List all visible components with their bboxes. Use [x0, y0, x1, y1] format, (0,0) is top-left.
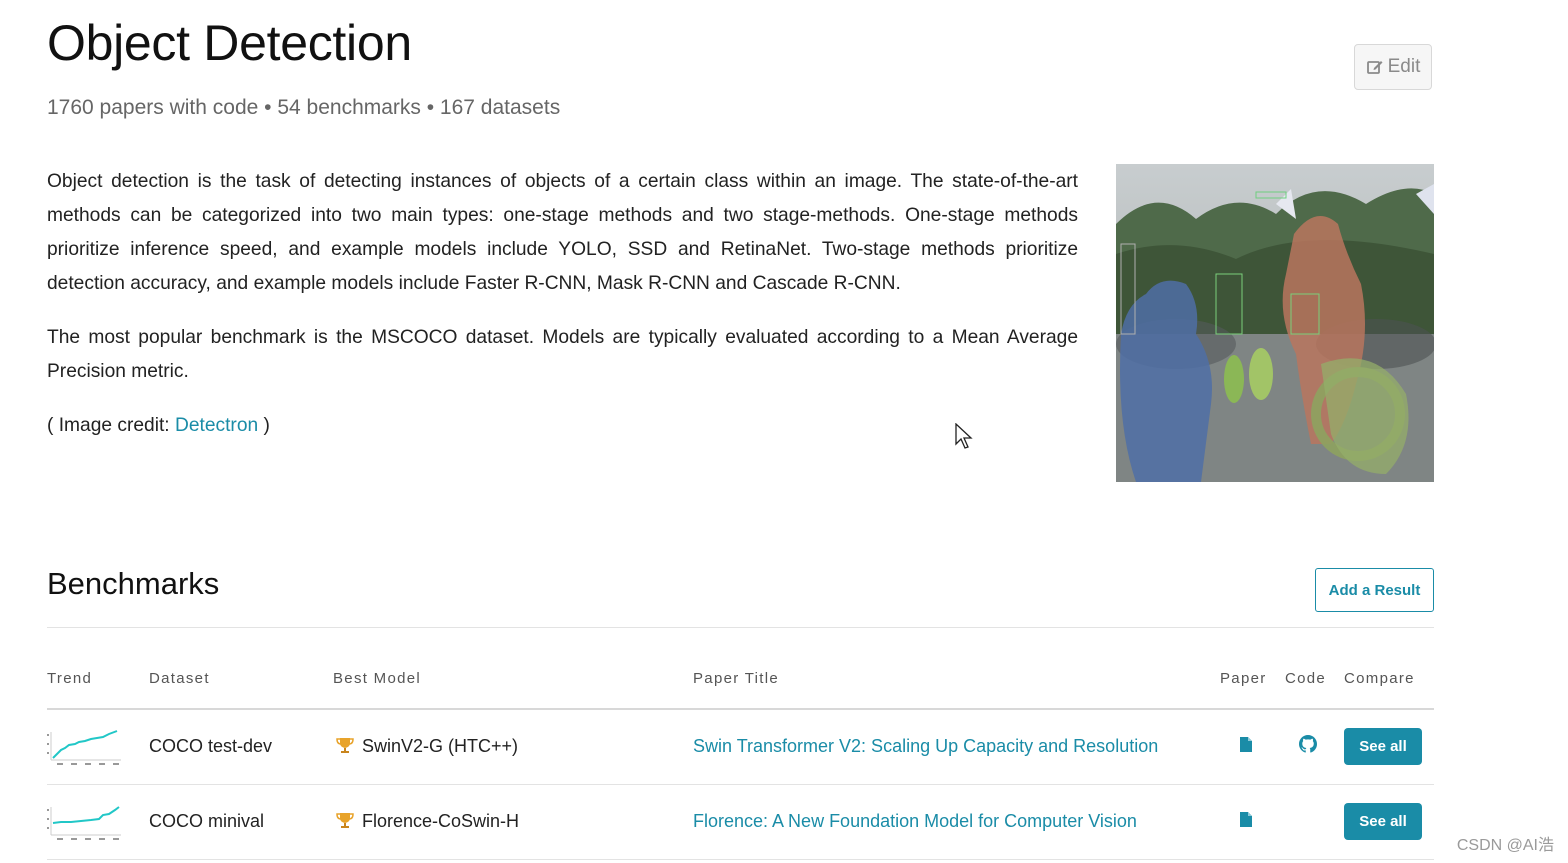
dataset-name[interactable]: COCO test-dev: [149, 736, 272, 757]
see-all-button[interactable]: See all: [1344, 728, 1422, 765]
task-page: Object Detection 1760 papers with code •…: [47, 0, 1434, 863]
table-row: COCO minival Florence-CoSwin-H Florence:…: [47, 785, 1434, 860]
column-header-dataset: Dataset: [149, 670, 210, 687]
edit-button[interactable]: Edit: [1354, 44, 1432, 90]
column-header-trend: Trend: [47, 670, 93, 687]
description-paragraph-2: The most popular benchmark is the MSCOCO…: [47, 327, 1078, 382]
trend-chart-thumbnail[interactable]: [47, 803, 123, 843]
page-title: Object Detection: [47, 15, 412, 71]
paper-title-link[interactable]: Swin Transformer V2: Scaling Up Capacity…: [693, 736, 1158, 757]
column-header-paper: Paper: [1220, 670, 1267, 687]
task-stats: 1760 papers with code • 54 benchmarks • …: [47, 96, 561, 119]
task-illustration-image: [1116, 164, 1434, 482]
edit-label: Edit: [1387, 56, 1421, 77]
paper-file-icon[interactable]: [1239, 736, 1253, 753]
see-all-button[interactable]: See all: [1344, 803, 1422, 840]
image-credit-suffix: ): [258, 415, 270, 436]
trophy-icon: [336, 813, 354, 828]
column-header-compare: Compare: [1344, 670, 1415, 687]
benchmarks-heading: Benchmarks: [47, 566, 220, 601]
column-header-code: Code: [1285, 670, 1327, 687]
image-credit-prefix: ( Image credit:: [47, 415, 175, 436]
task-description: Object detection is the task of detectin…: [47, 165, 1078, 463]
column-header-paper-title: Paper Title: [693, 670, 780, 687]
detectron-link[interactable]: Detectron: [175, 415, 258, 436]
edit-icon: [1366, 61, 1383, 74]
add-result-button[interactable]: Add a Result: [1315, 568, 1434, 612]
best-model[interactable]: SwinV2-G (HTC++): [336, 736, 518, 757]
row-divider: [47, 859, 1434, 860]
best-model-name: SwinV2-G (HTC++): [362, 736, 519, 756]
watermark: CSDN @AI浩: [1456, 837, 1554, 854]
best-model[interactable]: Florence-CoSwin-H: [336, 811, 519, 832]
mouse-cursor-icon: [955, 423, 973, 449]
github-icon[interactable]: [1299, 735, 1317, 753]
section-divider: [47, 627, 1434, 628]
dataset-name[interactable]: COCO minival: [149, 811, 264, 832]
image-credit: ( Image credit: Detectron ): [47, 409, 1078, 443]
column-header-best-model: Best Model: [333, 670, 422, 687]
description-paragraph-1: Object detection is the task of detectin…: [47, 171, 1078, 294]
table-row: COCO test-dev SwinV2-G (HTC++) Swin Tran…: [47, 710, 1434, 785]
best-model-name: Florence-CoSwin-H: [362, 811, 520, 831]
paper-title-link[interactable]: Florence: A New Foundation Model for Com…: [693, 811, 1137, 832]
paper-file-icon[interactable]: [1239, 811, 1253, 828]
trophy-icon: [336, 738, 354, 753]
trend-chart-thumbnail[interactable]: [47, 728, 123, 768]
